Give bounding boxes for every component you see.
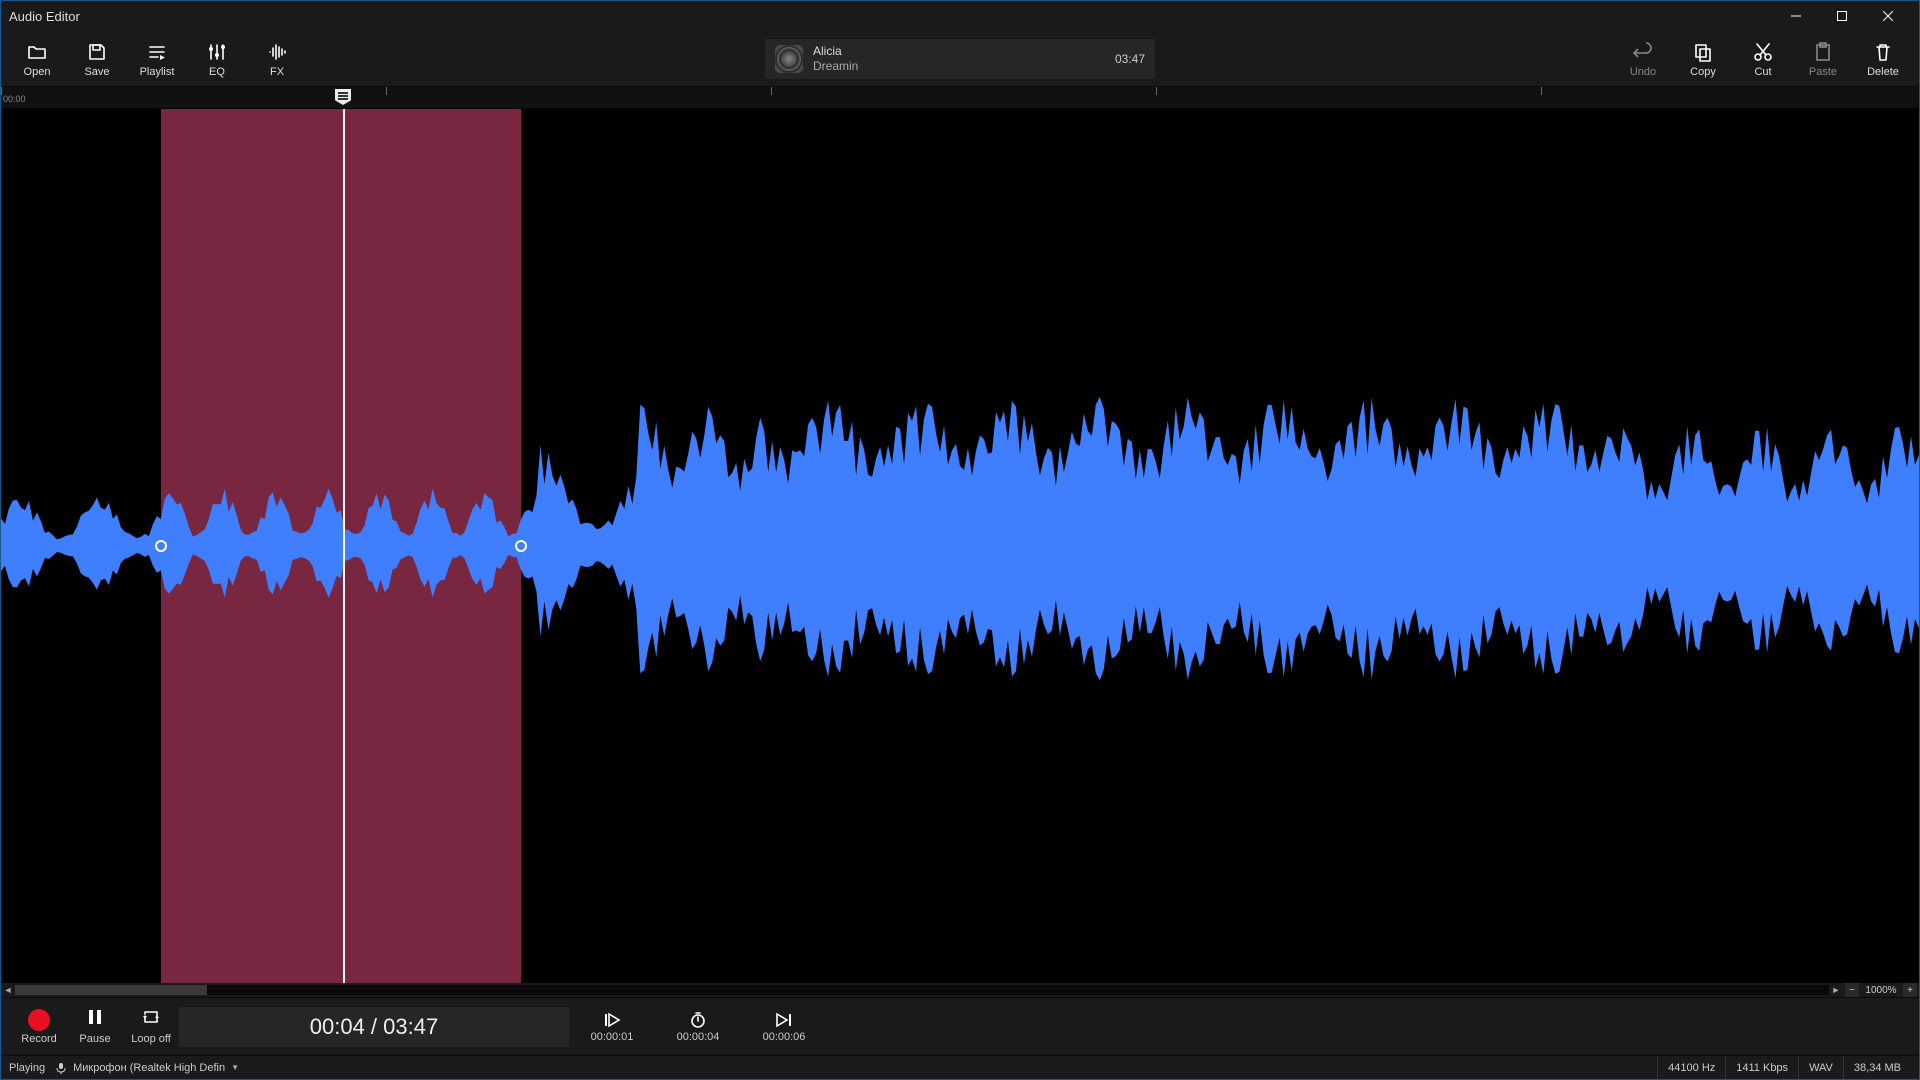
transport-bar: Record Pause Loop off 00:04 / 03:47 00:00:… (1, 997, 1919, 1055)
scroll-left-button[interactable]: ◄ (1, 983, 15, 997)
delete-icon (1872, 40, 1894, 64)
selection-handle-end[interactable] (515, 540, 527, 552)
eq-label: EQ (209, 66, 225, 78)
minimize-button[interactable] (1773, 1, 1819, 31)
album-art-icon (775, 45, 803, 73)
eq-button[interactable]: EQ (187, 34, 247, 84)
cut-icon (1752, 40, 1774, 64)
file-size: 38,34 MB (1843, 1056, 1911, 1079)
undo-label: Undo (1630, 66, 1656, 78)
pause-button[interactable]: Pause (67, 1002, 123, 1052)
copy-label: Copy (1690, 66, 1716, 78)
time-display: 00:04 / 03:47 (179, 1007, 569, 1047)
now-playing-track: Dreamin (813, 59, 1105, 73)
app-title: Audio Editor (9, 9, 80, 24)
cut-label: Cut (1754, 66, 1771, 78)
nav-sel-start-button[interactable]: 00:00:01 (569, 1002, 655, 1052)
nav-sel-start-label: 00:00:01 (591, 1031, 634, 1043)
fx-label: FX (270, 66, 284, 78)
zoom-in-button[interactable]: + (1903, 983, 1917, 997)
waveform-display (1, 109, 1919, 983)
open-button[interactable]: Open (7, 34, 67, 84)
stopwatch-icon (690, 1011, 706, 1029)
undo-icon (1632, 40, 1654, 64)
save-icon (86, 40, 108, 64)
pause-label: Pause (79, 1033, 110, 1045)
playlist-label: Playlist (140, 66, 175, 78)
paste-icon (1812, 40, 1834, 64)
waveform-editor[interactable] (1, 109, 1919, 983)
play-end-icon (775, 1011, 793, 1029)
cut-button[interactable]: Cut (1733, 34, 1793, 84)
nav-sel-cur-label: 00:00:04 (677, 1031, 720, 1043)
zoom-out-button[interactable]: − (1845, 983, 1859, 997)
timeline-ruler[interactable]: 00:00 (1, 87, 1919, 109)
audio-format: WAV (1798, 1056, 1843, 1079)
minimize-icon (1791, 11, 1801, 21)
fx-icon (266, 40, 288, 64)
save-button[interactable]: Save (67, 34, 127, 84)
main-toolbar: Open Save Playlist EQ FX Alicia Dreamin 03:4… (1, 31, 1919, 87)
now-playing-artist: Alicia (813, 44, 1105, 58)
playlist-button[interactable]: Playlist (127, 34, 187, 84)
chevron-down-icon: ▼ (231, 1063, 239, 1072)
record-button[interactable]: Record (11, 1002, 67, 1052)
playlist-icon (146, 40, 168, 64)
horizontal-scrollbar: ◄ ► − 1000% + (1, 983, 1919, 997)
status-bar: Playing Микрофон (Realtek High Defin ▼ 4… (1, 1055, 1919, 1079)
sample-rate: 44100 Hz (1657, 1056, 1725, 1079)
copy-button[interactable]: Copy (1673, 34, 1733, 84)
save-label: Save (84, 66, 109, 78)
scroll-right-button[interactable]: ► (1829, 983, 1843, 997)
nav-sel-end-button[interactable]: 00:00:06 (741, 1002, 827, 1052)
loop-label: Loop off (131, 1033, 171, 1045)
paste-button[interactable]: Paste (1793, 34, 1853, 84)
record-icon (28, 1009, 50, 1031)
delete-button[interactable]: Delete (1853, 34, 1913, 84)
playhead-marker-icon[interactable] (335, 89, 351, 105)
bitrate: 1411 Kbps (1725, 1056, 1798, 1079)
pause-icon (86, 1008, 104, 1031)
ruler-start-label: 00:00 (3, 94, 26, 104)
paste-label: Paste (1809, 66, 1837, 78)
now-playing-panel[interactable]: Alicia Dreamin 03:47 (765, 39, 1155, 79)
nav-sel-end-label: 00:00:06 (763, 1031, 806, 1043)
undo-button[interactable]: Undo (1613, 34, 1673, 84)
maximize-button[interactable] (1819, 1, 1865, 31)
scrollbar-track[interactable] (15, 985, 1829, 995)
close-button[interactable] (1865, 1, 1911, 31)
microphone-icon (55, 1062, 67, 1074)
delete-label: Delete (1867, 66, 1899, 78)
zoom-level: 1000% (1861, 985, 1901, 996)
folder-icon (26, 40, 48, 64)
mic-selector[interactable]: Микрофон (Realtek High Defin ▼ (45, 1062, 249, 1074)
now-playing-duration: 03:47 (1115, 52, 1145, 66)
fx-button[interactable]: FX (247, 34, 307, 84)
maximize-icon (1837, 11, 1847, 21)
nav-sel-cur-button[interactable]: 00:00:04 (655, 1002, 741, 1052)
selection-handle-start[interactable] (155, 540, 167, 552)
playback-state: Playing (9, 1062, 45, 1074)
mic-name: Микрофон (Realtek High Defin (73, 1062, 225, 1074)
eq-icon (206, 40, 228, 64)
record-label: Record (21, 1033, 56, 1045)
scrollbar-thumb[interactable] (15, 985, 207, 995)
open-label: Open (24, 66, 51, 78)
close-icon (1883, 11, 1893, 21)
play-start-icon (603, 1011, 621, 1029)
loop-icon (141, 1008, 161, 1031)
loop-button[interactable]: Loop off (123, 1002, 179, 1052)
title-bar: Audio Editor (1, 1, 1919, 31)
copy-icon (1692, 40, 1714, 64)
playhead-line[interactable] (343, 109, 345, 983)
